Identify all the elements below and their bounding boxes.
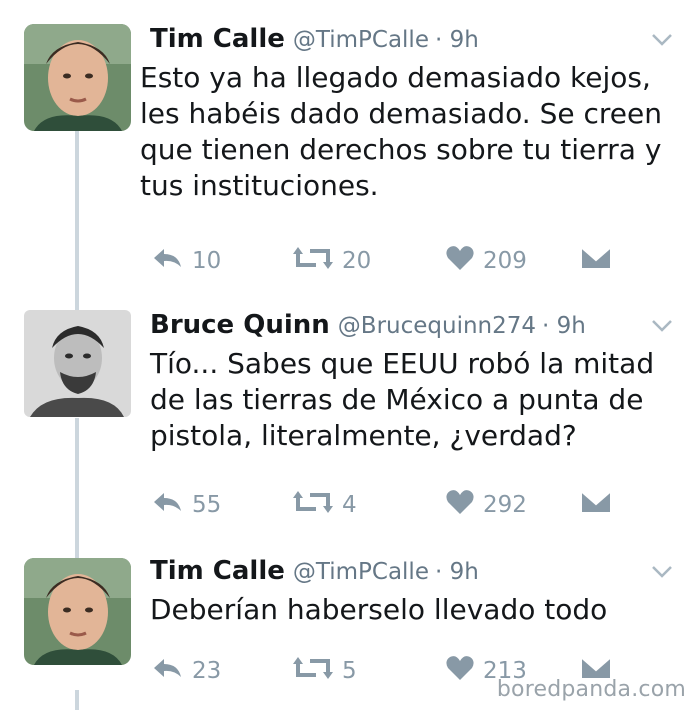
tweet-text: Deberían haberselo llevado todo [150,593,608,626]
reply-icon [150,490,192,520]
retweet-button[interactable]: 4 [292,488,357,522]
avatar[interactable] [24,558,131,665]
timestamp[interactable]: · 9h [542,313,586,339]
retweet-icon [292,655,342,687]
display-name[interactable]: Tim Calle [150,556,285,586]
direct-message-button[interactable] [580,488,620,522]
reply-count: 23 [192,658,222,684]
timestamp[interactable]: · 9h [435,559,479,585]
reply-count: 10 [192,248,222,274]
timestamp[interactable]: · 9h [435,27,479,53]
handle[interactable]: @Brucequinn274 [338,313,536,339]
heart-icon [445,489,483,521]
tweet-text: Esto ya ha llegado demasiado kejos, les … [140,61,662,202]
retweet-icon [292,489,342,521]
reply-button[interactable]: 23 [150,654,221,688]
direct-message-icon [580,490,620,520]
display-name[interactable]: Bruce Quinn [150,310,330,340]
tweet-actions: 10 20 209 [150,244,630,278]
watermark: boredpanda.com [496,677,686,702]
tweet-header: Tim Calle @TimPCalle · 9h [150,556,479,586]
heart-icon [445,655,483,687]
like-count: 209 [483,248,527,274]
tweet-header: Bruce Quinn @Brucequinn274 · 9h [150,310,586,340]
tweet-actions: 55 4 292 [150,488,630,522]
like-count: 292 [483,492,527,518]
reply-button[interactable]: 10 [150,244,221,278]
handle[interactable]: @TimPCalle [293,27,429,53]
direct-message-button[interactable] [580,244,620,278]
retweet-icon [292,245,342,277]
tweet-header: Tim Calle @TimPCalle · 9h [150,24,479,54]
retweet-button[interactable]: 20 [292,244,371,278]
avatar[interactable] [24,24,131,131]
chevron-down-icon[interactable] [650,564,674,584]
display-name[interactable]: Tim Calle [150,24,285,54]
thread-line [75,418,79,558]
retweet-button[interactable]: 5 [292,654,357,688]
reply-count: 55 [192,492,222,518]
tweet-text: Tío... Sabes que EEUU robó la mitad de l… [150,347,655,452]
reply-button[interactable]: 55 [150,488,221,522]
chevron-down-icon[interactable] [650,32,674,52]
direct-message-icon [580,246,620,276]
avatar[interactable] [24,310,131,417]
thread-line [75,690,79,710]
reply-icon [150,246,192,276]
heart-icon [445,245,483,277]
like-button[interactable]: 209 [445,244,527,278]
thread-line [75,131,79,311]
reply-icon [150,656,192,686]
handle[interactable]: @TimPCalle [293,559,429,585]
chevron-down-icon[interactable] [650,318,674,338]
retweet-count: 4 [342,492,357,518]
retweet-count: 5 [342,658,357,684]
retweet-count: 20 [342,248,372,274]
like-button[interactable]: 292 [445,488,527,522]
